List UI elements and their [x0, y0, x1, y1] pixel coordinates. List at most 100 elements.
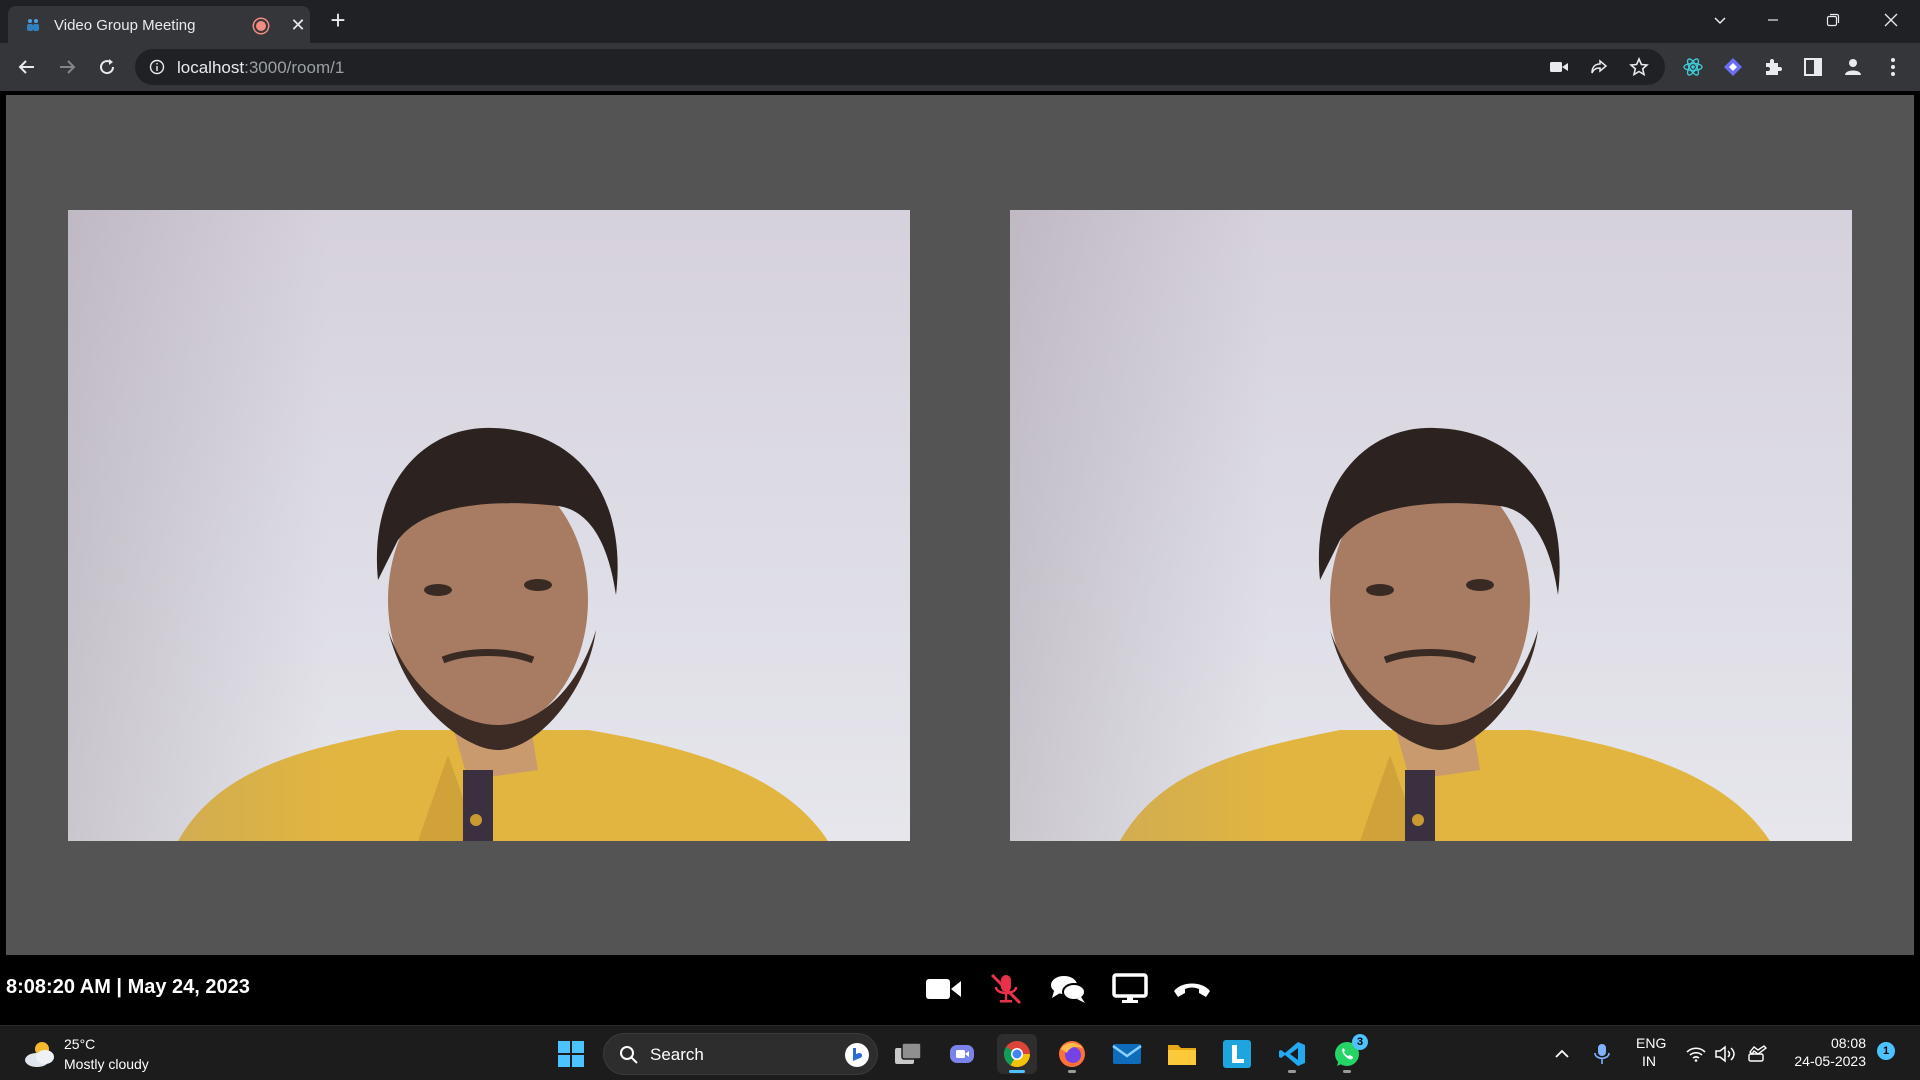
restore-button[interactable]	[1810, 0, 1856, 40]
microphone-muted-icon	[990, 973, 1022, 1005]
start-button[interactable]	[551, 1034, 591, 1074]
star-icon	[1629, 57, 1649, 77]
tab-strip: Video Group Meeting ✕ +	[0, 0, 1920, 43]
diamond-extension-icon	[1724, 58, 1742, 76]
quick-settings-button[interactable]	[1682, 1038, 1774, 1068]
windows-logo-icon	[558, 1041, 584, 1067]
language-indicator[interactable]: ENG IN	[1628, 1033, 1674, 1073]
side-panel-button[interactable]	[1801, 55, 1825, 79]
vscode-taskbar-button[interactable]	[1272, 1034, 1312, 1074]
share-button[interactable]	[1587, 55, 1611, 79]
meeting-page: 8:08:20 AM | May 24, 2023	[0, 91, 1920, 1025]
puzzle-icon	[1766, 59, 1782, 75]
arrow-left-icon	[18, 60, 34, 74]
participant-video[interactable]	[1010, 210, 1852, 841]
task-view-button[interactable]	[888, 1034, 928, 1074]
teams-chat-button[interactable]	[942, 1034, 982, 1074]
l-app-taskbar-button[interactable]	[1217, 1034, 1257, 1074]
info-icon[interactable]	[149, 59, 165, 75]
extensions-button[interactable]	[1761, 55, 1785, 79]
chat-bubbles-icon	[1051, 976, 1086, 1003]
bing-chat-icon	[845, 1043, 869, 1067]
new-tab-button[interactable]: +	[326, 7, 350, 33]
weather-temperature: 25°C	[64, 1036, 96, 1052]
restore-icon	[1826, 13, 1840, 27]
task-view-icon	[895, 1042, 922, 1064]
extension-diamond-button[interactable]	[1721, 55, 1745, 79]
search-label: Search	[650, 1045, 704, 1064]
leave-call-button[interactable]	[1170, 971, 1214, 1007]
recording-indicator-icon	[254, 19, 268, 33]
arrow-right-icon	[60, 60, 76, 74]
taskbar-search-box[interactable]: Search	[603, 1033, 878, 1075]
chat-button[interactable]	[1046, 971, 1090, 1007]
taskbar-time: 08:08	[1830, 1035, 1866, 1051]
url-text: localhost:3000/room/1	[177, 58, 344, 78]
chevron-down-icon	[1714, 17, 1726, 25]
whatsapp-taskbar-button[interactable]: 3	[1327, 1034, 1368, 1074]
running-indicator	[1288, 1070, 1296, 1073]
bookmark-button[interactable]	[1627, 55, 1651, 79]
chevron-up-icon	[1555, 1049, 1569, 1058]
minimize-icon	[1768, 19, 1778, 21]
video-chat-icon	[950, 1045, 974, 1063]
chrome-taskbar-button[interactable]	[997, 1034, 1037, 1074]
file-explorer-taskbar-button[interactable]	[1162, 1034, 1202, 1074]
taskbar-date: 24-05-2023	[1794, 1053, 1866, 1069]
url-host: localhost	[177, 58, 245, 77]
partly-cloudy-icon	[25, 1042, 54, 1067]
screen-share-button[interactable]	[1108, 971, 1152, 1007]
clock-button[interactable]: 08:08 24-05-2023	[1780, 1033, 1880, 1073]
profile-button[interactable]	[1841, 55, 1865, 79]
phone-hangup-icon	[1174, 983, 1210, 997]
battery-charging-icon	[1748, 1045, 1768, 1062]
microphone-tray-button[interactable]	[1582, 1034, 1622, 1074]
active-indicator	[1009, 1070, 1025, 1073]
letter-l-app-icon	[1223, 1040, 1251, 1068]
video-camera-icon	[1550, 62, 1568, 72]
extension-react-button[interactable]	[1681, 55, 1705, 79]
weather-condition: Mostly cloudy	[64, 1056, 149, 1072]
close-window-button[interactable]	[1868, 0, 1914, 40]
video-camera-icon	[926, 979, 961, 999]
browser-tab[interactable]: Video Group Meeting ✕	[8, 6, 310, 43]
wifi-icon	[1686, 1047, 1706, 1062]
monitor-icon	[1112, 973, 1148, 1003]
video-grid	[6, 95, 1914, 955]
tab-close-icon[interactable]: ✕	[288, 15, 308, 35]
camera-toggle-button[interactable]	[922, 971, 966, 1007]
close-icon	[1884, 13, 1898, 27]
search-icon	[620, 1046, 638, 1064]
notification-count-badge[interactable]: 1	[1877, 1042, 1895, 1060]
firefox-taskbar-button[interactable]	[1052, 1034, 1092, 1074]
person-icon	[1845, 59, 1861, 75]
back-button[interactable]	[13, 53, 41, 81]
mail-icon	[1112, 1044, 1142, 1064]
camera-in-use-indicator[interactable]	[1547, 55, 1571, 79]
folder-icon	[1168, 1045, 1196, 1065]
reload-button[interactable]	[93, 53, 121, 81]
microphone-icon	[1594, 1044, 1610, 1064]
url-path: :3000/room/1	[244, 58, 345, 77]
meeting-favicon-icon	[27, 19, 39, 31]
mail-taskbar-button[interactable]	[1107, 1034, 1147, 1074]
show-hidden-icons-button[interactable]	[1542, 1034, 1582, 1074]
reload-icon	[100, 59, 115, 75]
browser-menu-button[interactable]	[1881, 55, 1905, 79]
vscode-icon	[1279, 1042, 1305, 1066]
minimize-button[interactable]	[1750, 0, 1796, 40]
firefox-icon	[1059, 1041, 1085, 1067]
meeting-datetime: 8:08:20 AM | May 24, 2023	[6, 976, 250, 998]
running-indicator	[1343, 1070, 1351, 1073]
meeting-control-bar: 8:08:20 AM | May 24, 2023	[0, 955, 1920, 1025]
speaker-icon	[1715, 1045, 1735, 1063]
address-bar[interactable]: localhost:3000/room/1	[135, 49, 1665, 85]
react-icon	[1683, 58, 1703, 76]
forward-button[interactable]	[53, 53, 81, 81]
tab-search-button[interactable]	[1697, 0, 1743, 40]
participant-video[interactable]	[68, 210, 910, 841]
video-shading	[1010, 210, 1270, 841]
mic-toggle-button[interactable]	[984, 971, 1028, 1007]
kebab-menu-icon	[1891, 58, 1895, 76]
chrome-icon	[1003, 1041, 1031, 1068]
